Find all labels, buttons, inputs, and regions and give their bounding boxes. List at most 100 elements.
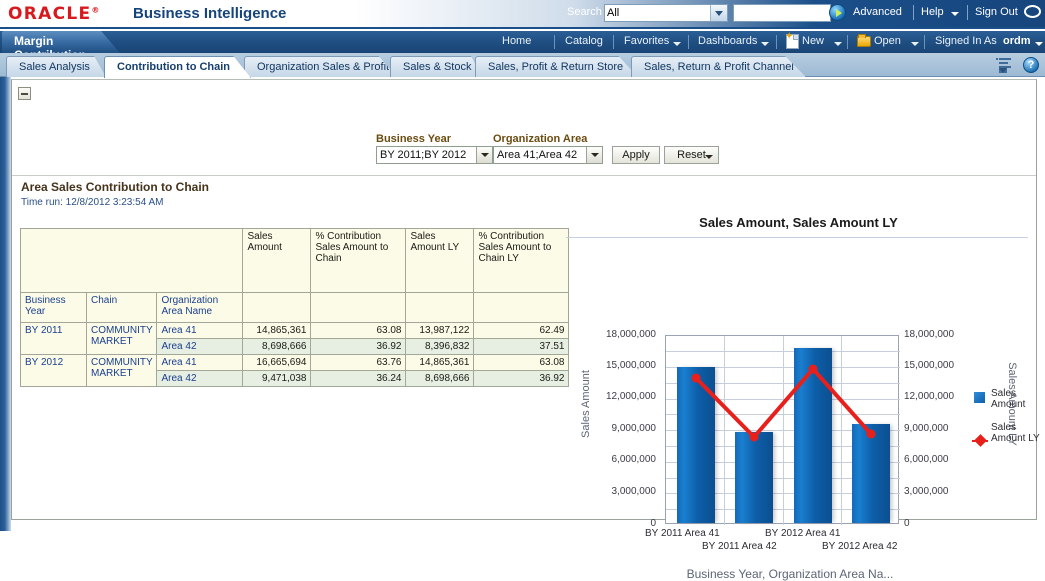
header-sales-amount-ly[interactable]: Sales Amount LY: [406, 229, 474, 293]
apply-button[interactable]: Apply: [612, 146, 660, 164]
header-organization-area-name[interactable]: Organization Area Name: [157, 293, 243, 323]
y-tick-left: 18,000,000: [560, 329, 656, 340]
organization-area-label: Organization Area: [493, 133, 587, 145]
table-row: BY 2012 COMMUNITY MARKET Area 41 16,665,…: [21, 355, 569, 371]
search-scope-value: All: [607, 7, 619, 19]
chart-panel: Sales Amount, Sales Amount LY Sales Amou…: [560, 213, 1037, 509]
chevron-down-icon[interactable]: [1035, 42, 1043, 46]
cell-area[interactable]: Area 41: [157, 355, 243, 371]
nav-catalog[interactable]: Catalog: [565, 35, 603, 47]
x-axis-label: Business Year, Organization Area Na...: [600, 567, 980, 581]
cell-area[interactable]: Area 42: [157, 339, 243, 355]
header-pct-contribution[interactable]: % Contribution Sales Amount to Chain: [311, 229, 406, 293]
y-tick-left: 3,000,000: [560, 486, 656, 497]
signed-in-as-label: Signed In As: [935, 35, 997, 47]
tab-sales-return-profit-channel[interactable]: Sales, Return & Profit Channel: [631, 56, 806, 77]
header-chain[interactable]: Chain: [87, 293, 157, 323]
help-menu[interactable]: Help: [921, 6, 944, 18]
table-row: BY 2011 COMMUNITY MARKET Area 41 14,865,…: [21, 323, 569, 339]
x-tick-label: BY 2011 Area 41: [645, 528, 720, 539]
page-title: Area Sales Contribution to Chain: [21, 180, 209, 194]
y-tick-left: 15,000,000: [560, 360, 656, 371]
cell-area[interactable]: Area 42: [157, 371, 243, 387]
chevron-down-icon[interactable]: [705, 155, 713, 159]
sign-out-link[interactable]: Sign Out: [975, 6, 1018, 18]
cell-business-year[interactable]: BY 2011: [21, 323, 87, 355]
chevron-down-icon[interactable]: [710, 5, 727, 21]
oracle-logo: ORACLE®: [8, 4, 101, 24]
collapse-section-button[interactable]: [18, 87, 31, 100]
tab-sales-analysis[interactable]: Sales Analysis: [6, 56, 106, 77]
nav-favorites[interactable]: Favorites: [624, 35, 669, 47]
cell-sales-amount-ly: 13,987,122: [406, 323, 474, 339]
cell-pct-contribution: 36.92: [311, 339, 406, 355]
chevron-down-icon[interactable]: [951, 12, 959, 16]
table-header-row-measures: Sales Amount % Contribution Sales Amount…: [21, 229, 569, 293]
search-label: Search: [567, 6, 602, 18]
divider: [913, 5, 914, 20]
cell-area[interactable]: Area 41: [157, 323, 243, 339]
header-blank-corner: [21, 229, 243, 293]
tab-strip-tools: ?: [996, 57, 1039, 73]
user-avatar-icon[interactable]: [1024, 5, 1041, 18]
current-username[interactable]: ordm: [1003, 35, 1031, 47]
x-tick-label: BY 2012 Area 41: [765, 528, 840, 539]
dashboard-content-panel: Business Year BY 2011;BY 2012 Organizati…: [11, 79, 1037, 520]
header-pct-contribution-ly[interactable]: % Contribution Sales Amount to Chain LY: [474, 229, 569, 293]
reset-button[interactable]: Reset: [664, 146, 719, 164]
business-year-value: BY 2011;BY 2012: [380, 149, 466, 161]
x-tick-label: BY 2011 Area 42: [702, 541, 777, 552]
cell-sales-amount: 16,665,694: [243, 355, 311, 371]
dashboard-tab-strip: Sales Analysis Contribution to Chain Org…: [0, 53, 1045, 77]
oracle-logo-trademark: ®: [91, 5, 100, 14]
folder-open-icon[interactable]: [857, 36, 871, 47]
search-scope-select[interactable]: All: [604, 4, 728, 22]
nav-new[interactable]: New: [802, 35, 824, 47]
divider: [967, 5, 968, 20]
header-spacer: [406, 293, 474, 323]
reset-button-label: Reset: [677, 149, 706, 161]
chevron-down-icon[interactable]: [476, 147, 492, 163]
legend-item-sales-amount[interactable]: Sales Amount: [974, 388, 1044, 410]
nav-open[interactable]: Open: [874, 35, 901, 47]
cell-pct-contribution-ly: 37.51: [474, 339, 569, 355]
cell-chain[interactable]: COMMUNITY MARKET: [87, 355, 157, 387]
business-year-select[interactable]: BY 2011;BY 2012: [376, 146, 493, 164]
chevron-down-icon[interactable]: [834, 42, 842, 46]
tab-sales-stock[interactable]: Sales & Stock: [390, 56, 482, 77]
page-options-icon[interactable]: [996, 57, 1013, 73]
chevron-down-icon[interactable]: [586, 147, 602, 163]
header-sales-amount[interactable]: Sales Amount: [243, 229, 311, 293]
cell-chain[interactable]: COMMUNITY MARKET: [87, 323, 157, 355]
global-nav-bar: Home Catalog Favorites Dashboards ✦ New …: [0, 31, 1045, 53]
dashboard-name-tab[interactable]: Margin Contribution: [2, 31, 120, 53]
organization-area-select[interactable]: Area 41;Area 42: [493, 146, 603, 164]
tab-sales-profit-return-store[interactable]: Sales, Profit & Return Store: [475, 56, 638, 77]
legend-item-sales-amount-ly[interactable]: Sales Amount LY: [974, 422, 1044, 444]
cell-pct-contribution: 63.08: [311, 323, 406, 339]
help-icon[interactable]: ?: [1023, 57, 1039, 73]
chevron-down-icon[interactable]: [911, 42, 919, 46]
y-tick-left: 12,000,000: [560, 391, 656, 402]
y-tick-left: 6,000,000: [560, 454, 656, 465]
cell-business-year[interactable]: BY 2012: [21, 355, 87, 387]
cell-sales-amount-ly: 14,865,361: [406, 355, 474, 371]
new-icon[interactable]: ✦: [786, 34, 799, 49]
nav-home[interactable]: Home: [502, 35, 531, 47]
line-series-sales-amount-ly: [666, 336, 900, 525]
nav-dashboards[interactable]: Dashboards: [698, 35, 757, 47]
header-spacer: [243, 293, 311, 323]
search-input[interactable]: [733, 4, 831, 22]
tab-organization-sales-profit[interactable]: Organization Sales & Profit: [244, 56, 397, 77]
y-tick-right: 3,000,000: [904, 486, 986, 497]
search-go-icon[interactable]: [829, 4, 846, 21]
chevron-down-icon[interactable]: [673, 42, 681, 46]
advanced-link[interactable]: Advanced: [853, 6, 902, 18]
time-run-text: Time run: 12/8/2012 3:23:54 AM: [21, 197, 164, 208]
cell-sales-amount: 14,865,361: [243, 323, 311, 339]
header-business-year[interactable]: Business Year: [21, 293, 87, 323]
tab-contribution-to-chain[interactable]: Contribution to Chain: [104, 56, 251, 78]
cell-pct-contribution-ly: 63.08: [474, 355, 569, 371]
chevron-down-icon[interactable]: [761, 42, 769, 46]
y-tick-right: 0: [904, 518, 986, 529]
